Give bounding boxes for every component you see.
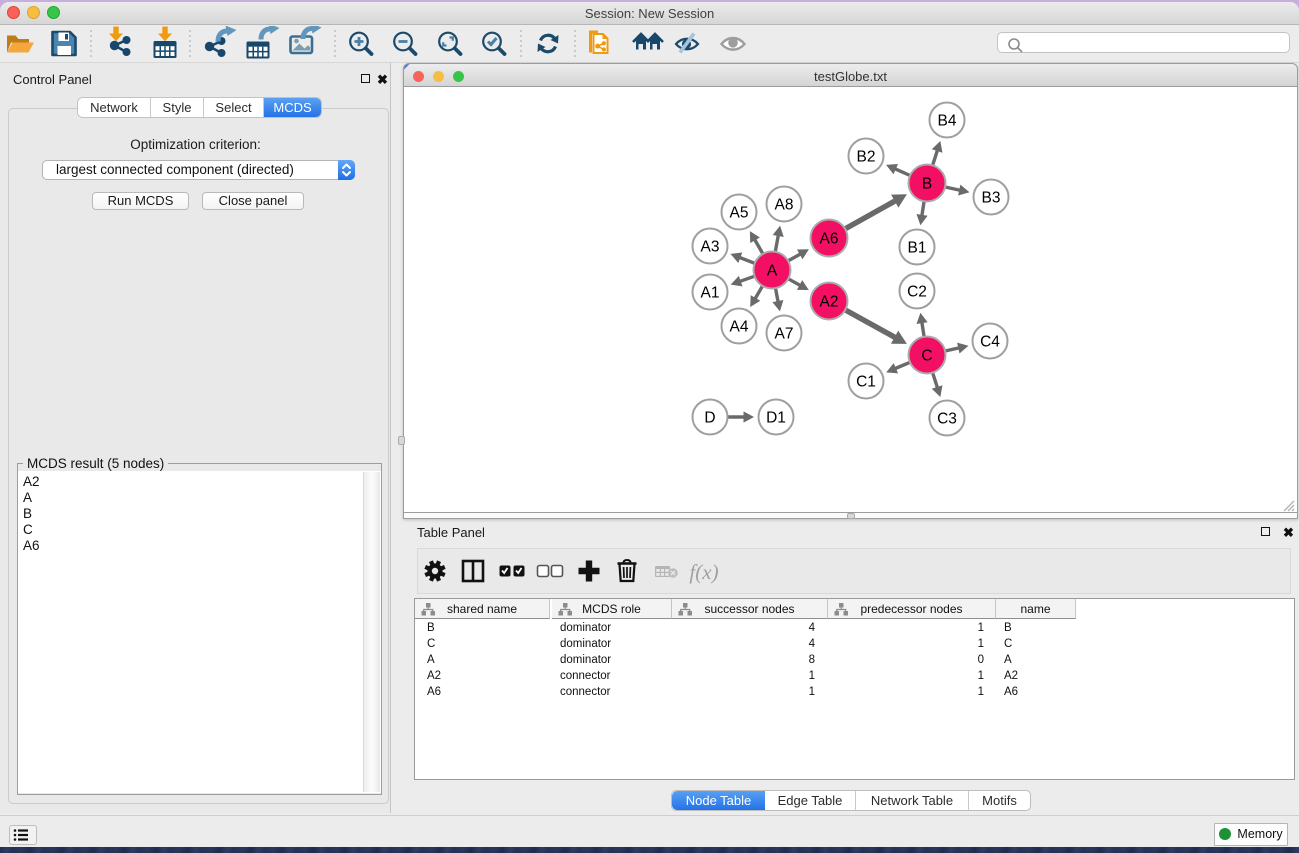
svg-text:B1: B1 <box>908 240 927 257</box>
svg-text:B3: B3 <box>982 190 1001 207</box>
svg-text:A: A <box>767 263 778 280</box>
svg-text:A4: A4 <box>730 319 749 336</box>
svg-text:A7: A7 <box>775 326 794 343</box>
svg-text:C: C <box>921 348 932 365</box>
svg-text:A1: A1 <box>701 285 720 302</box>
svg-text:B2: B2 <box>857 149 876 166</box>
svg-text:A3: A3 <box>701 239 720 256</box>
svg-text:A5: A5 <box>730 205 749 222</box>
svg-text:A6: A6 <box>820 231 839 248</box>
svg-text:B: B <box>922 176 932 193</box>
svg-text:C1: C1 <box>856 374 876 391</box>
svg-text:f(x): f(x) <box>689 560 718 584</box>
svg-text:A2: A2 <box>820 294 839 311</box>
svg-text:D1: D1 <box>766 410 786 427</box>
svg-text:C2: C2 <box>907 284 927 301</box>
svg-text:A8: A8 <box>775 197 794 214</box>
svg-text:C4: C4 <box>980 334 1000 351</box>
svg-text:C3: C3 <box>937 411 957 428</box>
svg-text:B4: B4 <box>938 113 957 130</box>
svg-text:D: D <box>704 410 715 427</box>
